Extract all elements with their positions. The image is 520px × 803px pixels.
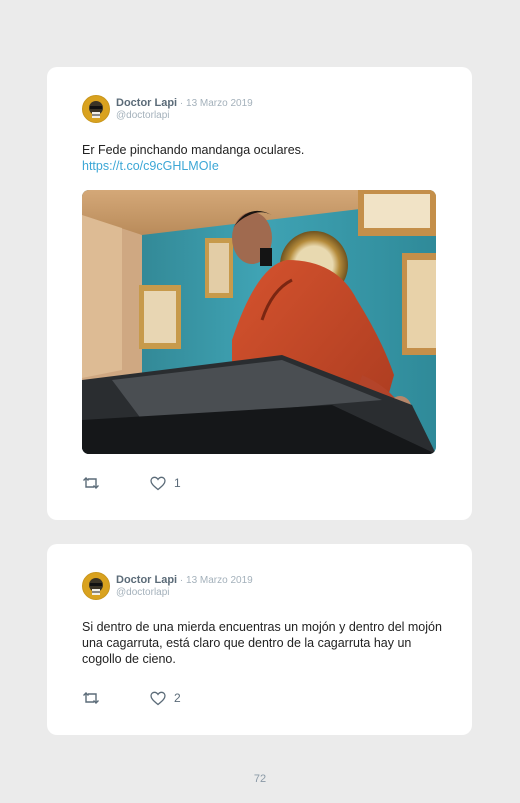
author-name[interactable]: Doctor Lapi (116, 97, 177, 109)
author-handle[interactable]: @doctorlapi (116, 110, 170, 121)
heart-icon[interactable] (150, 476, 166, 491)
name-line: Doctor Lapi · 13 Marzo 2019 (116, 97, 253, 109)
retweet-icon[interactable] (82, 475, 100, 491)
author-name[interactable]: Doctor Lapi (116, 574, 177, 586)
retweet-icon[interactable] (82, 690, 100, 706)
heart-icon[interactable] (150, 691, 166, 706)
avatar[interactable] (82, 572, 110, 600)
tweet-text: Si dentro de una mierda encuentras un mo… (82, 619, 442, 667)
tweet-body: Er Fede pinchando mandanga oculares. (82, 143, 305, 157)
avatar[interactable] (82, 95, 110, 123)
tweet-photo[interactable] (82, 190, 436, 454)
tweet-card: Doctor Lapi · 13 Marzo 2019 @doctorlapi … (47, 544, 472, 735)
like-count: 1 (174, 476, 181, 490)
author-handle[interactable]: @doctorlapi (116, 587, 170, 598)
tweet-body: Si dentro de una mierda encuentras un mo… (82, 620, 442, 666)
tweet-link[interactable]: https://t.co/c9cGHLMOIe (82, 158, 442, 174)
name-line: Doctor Lapi · 13 Marzo 2019 (116, 574, 253, 586)
tweet-text: Er Fede pinchando mandanga oculares. htt… (82, 142, 442, 174)
tweet-date[interactable]: · 13 Marzo 2019 (177, 98, 253, 109)
tweet-date[interactable]: · 13 Marzo 2019 (177, 575, 253, 586)
tweet-card: Doctor Lapi · 13 Marzo 2019 @doctorlapi … (47, 67, 472, 520)
like-count: 2 (174, 691, 181, 705)
page-number: 72 (253, 773, 267, 785)
